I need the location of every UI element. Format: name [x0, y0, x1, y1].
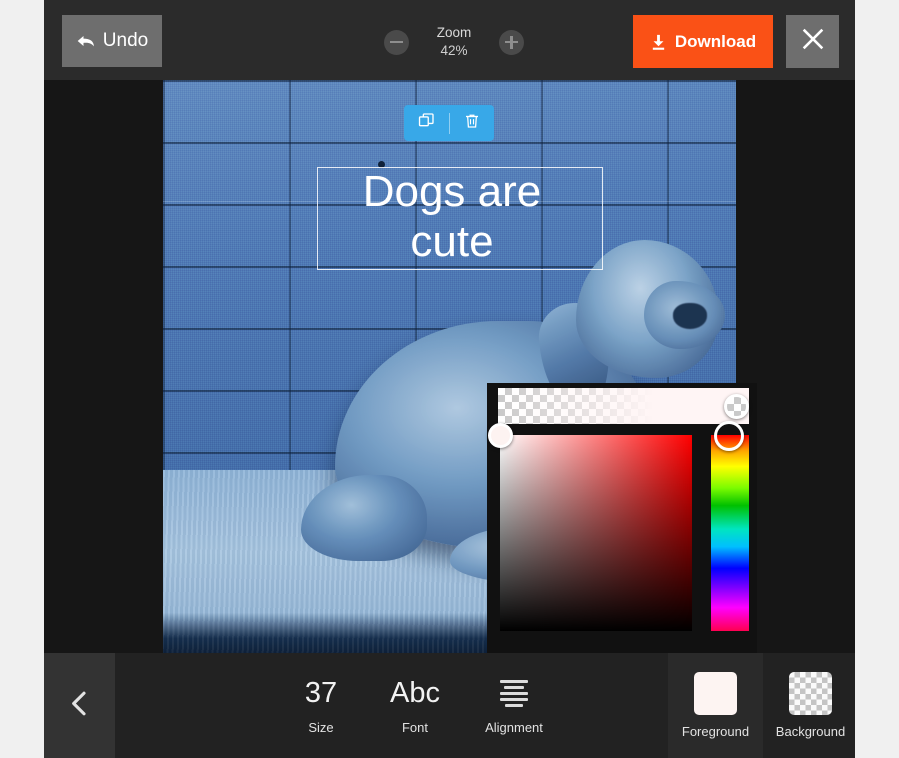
plus-circle-icon	[505, 35, 518, 49]
text-layer-selection-box[interactable]: Dogs are cute	[317, 167, 603, 270]
size-label: Size	[308, 719, 334, 735]
duplicate-layer-button[interactable]	[404, 105, 449, 141]
alpha-slider-handle[interactable]	[724, 394, 749, 419]
object-action-toolbar	[404, 105, 494, 141]
trash-icon	[463, 112, 481, 135]
bottom-toolbar: 37 Size Abc Font Alignment Foreground Ba…	[44, 653, 855, 758]
editor-window: Undo Zoom 42% Download Dogs are cute 37 …	[44, 0, 855, 758]
hue-slider-handle[interactable]	[714, 421, 744, 451]
undo-button[interactable]: Undo	[62, 15, 162, 67]
align-center-icon	[500, 680, 528, 707]
foreground-color-button[interactable]: Foreground	[668, 653, 763, 758]
zoom-percent: 42%	[440, 43, 468, 58]
chevron-left-icon	[64, 688, 95, 724]
hue-slider[interactable]	[711, 435, 749, 631]
saturation-value-square[interactable]	[500, 435, 692, 631]
zoom-in-button[interactable]	[499, 29, 524, 55]
foreground-label: Foreground	[681, 724, 750, 739]
background-swatch	[789, 672, 832, 715]
download-icon	[650, 33, 667, 51]
text-layer-content[interactable]: Dogs are cute	[363, 167, 542, 266]
alignment-label: Alignment	[485, 719, 543, 735]
canvas-area[interactable]: Dogs are cute	[44, 80, 855, 653]
saturation-value-handle[interactable]	[488, 423, 513, 448]
background-color-button[interactable]: Background	[763, 653, 855, 758]
undo-arrow-icon	[76, 31, 96, 51]
delete-layer-button[interactable]	[450, 105, 495, 141]
background-label: Background	[775, 724, 846, 739]
close-button[interactable]	[786, 15, 839, 68]
download-button[interactable]: Download	[633, 15, 773, 68]
minus-circle-icon	[390, 36, 403, 49]
color-picker-panel	[487, 383, 757, 653]
zoom-control: Zoom 42%	[374, 18, 534, 66]
alpha-slider[interactable]	[498, 388, 749, 424]
close-icon	[799, 25, 827, 58]
alpha-gradient	[498, 388, 749, 424]
zoom-label: Zoom	[436, 24, 472, 40]
font-label: Font	[401, 719, 428, 735]
zoom-out-button[interactable]	[384, 29, 409, 55]
zoom-readout: Zoom 42%	[419, 24, 489, 60]
foreground-swatch	[694, 672, 737, 715]
alignment-tool[interactable]: Alignment	[449, 653, 579, 758]
font-value: Abc	[390, 677, 440, 709]
top-toolbar: Undo Zoom 42% Download	[44, 0, 855, 80]
duplicate-icon	[417, 111, 436, 135]
back-button[interactable]	[44, 653, 115, 758]
alignment-value	[500, 677, 528, 711]
download-label: Download	[674, 31, 757, 51]
size-value: 37	[304, 677, 338, 709]
undo-label: Undo	[102, 30, 149, 51]
